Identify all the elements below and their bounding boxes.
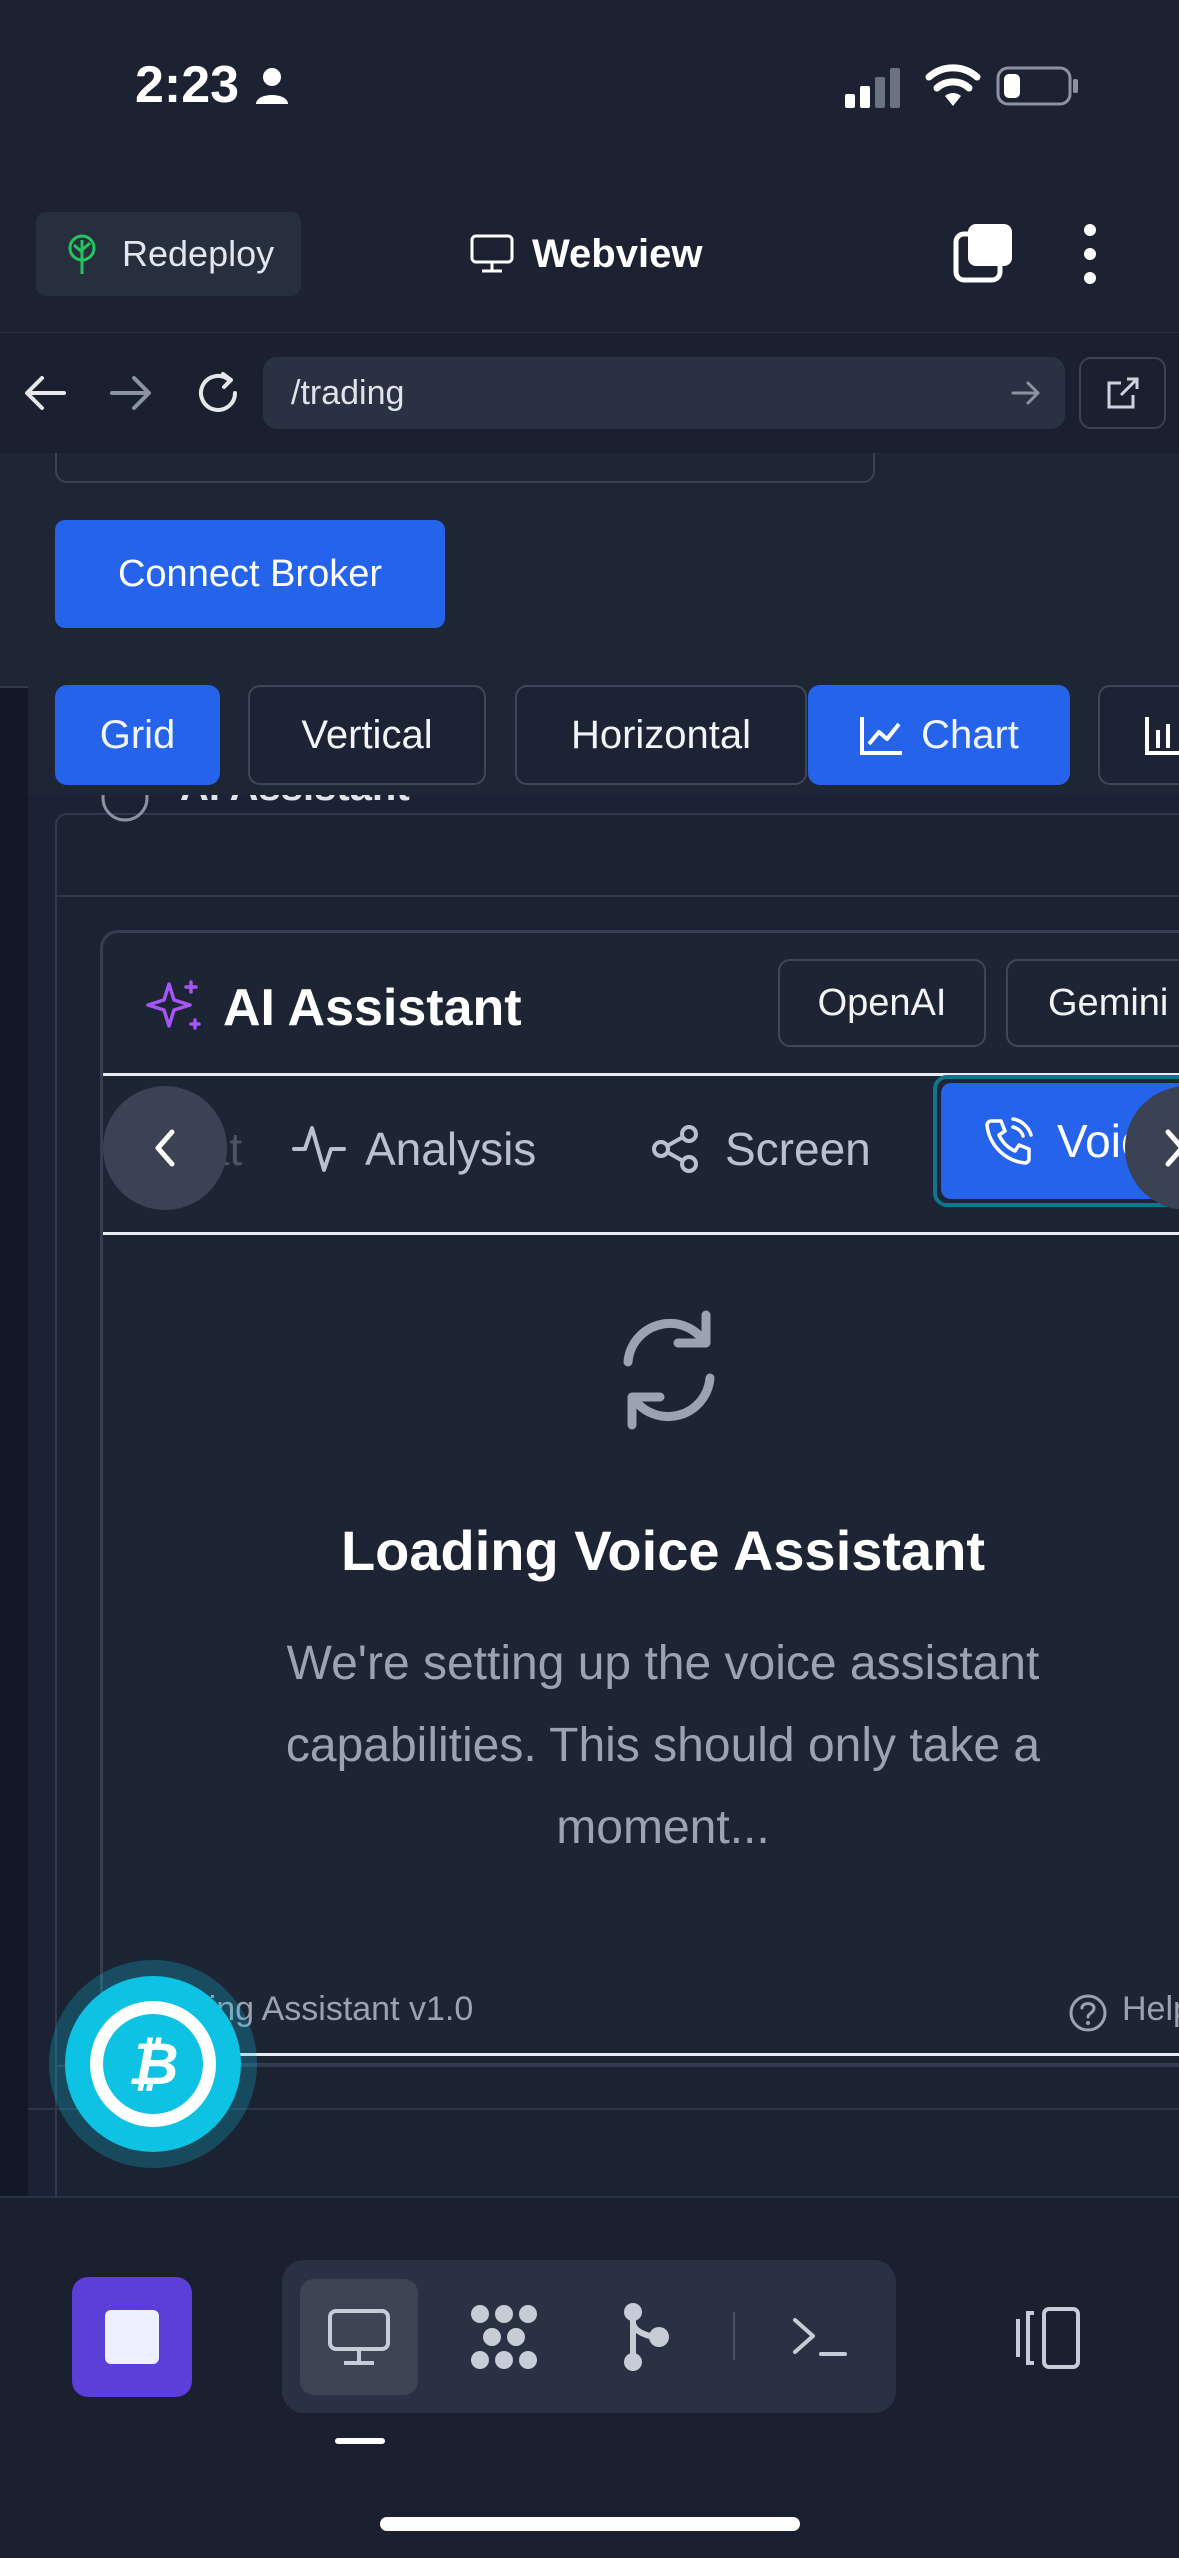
reload-icon[interactable] [193, 368, 243, 418]
chevron-right-icon [1165, 1129, 1179, 1167]
bitcoin-fab-button[interactable]: ₿ [65, 1976, 241, 2152]
tab-screen[interactable]: Screen [651, 1083, 871, 1215]
bitcoin-icon: ₿ [103, 2014, 203, 2114]
truncated-select[interactable] [55, 453, 875, 483]
git-tool-button[interactable] [588, 2279, 706, 2395]
help-link[interactable]: Help [1122, 1990, 1179, 2029]
help-circle-icon[interactable] [1068, 1993, 1108, 2033]
redeploy-label: Redeploy [122, 233, 275, 274]
back-arrow-icon[interactable] [22, 372, 68, 414]
refresh-icon [623, 1310, 715, 1430]
bitcoin-fab-ring: ₿ [90, 2001, 216, 2127]
tab-screen-label: Screen [725, 1123, 871, 1175]
provider-gemini-button[interactable]: Gemini [1006, 959, 1179, 1047]
url-text: /trading [291, 373, 405, 412]
bar-chart-icon [1145, 717, 1179, 755]
info-circle-icon [101, 793, 149, 822]
forward-arrow-icon[interactable] [108, 372, 154, 414]
toolbar-separator [733, 2312, 735, 2360]
tabs-icon[interactable] [952, 222, 1014, 284]
status-time: 2:23 [135, 56, 240, 114]
battery-icon [996, 66, 1078, 106]
left-edge-strip [0, 453, 28, 2198]
stop-icon [105, 2310, 159, 2364]
webview-title: Webview [470, 222, 702, 286]
line-chart-icon [860, 717, 903, 755]
webview-title-text: Webview [532, 231, 703, 276]
loading-description: We're setting up the voice assistant cap… [285, 1637, 1041, 1854]
share-icon [652, 1125, 698, 1173]
sparkles-icon [146, 980, 201, 1030]
tab-analysis[interactable]: Analysis [291, 1083, 536, 1215]
tabs-scroll-left-button[interactable] [103, 1086, 227, 1210]
terminal-tool-button[interactable] [760, 2279, 878, 2395]
connect-broker-button[interactable]: Connect Broker [55, 520, 445, 628]
phone-call-icon [985, 1117, 1033, 1165]
panel-layout-icon[interactable] [1010, 2305, 1082, 2371]
layout-chart-button[interactable]: Chart [808, 685, 1070, 785]
layout-chart-label: Chart [921, 712, 1019, 757]
broker-panel: Connect Broker [0, 453, 1179, 688]
panel-header-divider [57, 895, 1179, 897]
packages-tool-button[interactable] [445, 2279, 563, 2395]
assistant-card: AI Assistant OpenAI Gemini Chat Analysis… [100, 930, 1179, 2066]
tree-icon [68, 234, 96, 274]
tab-analysis-label: Analysis [365, 1123, 537, 1175]
activity-icon [292, 1126, 346, 1172]
stop-button[interactable] [72, 2277, 192, 2397]
webview-tool-button[interactable] [300, 2279, 418, 2395]
external-link-icon [1107, 377, 1138, 409]
go-arrow-icon[interactable] [1010, 378, 1042, 408]
layout-grid-button[interactable]: Grid [55, 685, 220, 785]
webpage-viewport: Connect Broker AI Assistant Grid Vertica… [0, 453, 1179, 2198]
wifi-icon [925, 64, 981, 106]
more-vertical-icon[interactable] [1070, 222, 1110, 286]
open-external-button[interactable] [1079, 357, 1166, 429]
terminal-icon [793, 2318, 847, 2356]
monitor-icon [328, 2309, 390, 2365]
home-indicator [380, 2517, 800, 2531]
hexagon-cluster-icon [471, 2305, 537, 2369]
cellular-signal-icon [845, 68, 900, 108]
loading-title: Loading Voice Assistant [340, 1519, 986, 1582]
active-tool-indicator [335, 2438, 385, 2444]
monitor-icon [470, 234, 514, 273]
layout-horizontal-button[interactable]: Horizontal [515, 685, 807, 785]
git-branch-icon [624, 2303, 669, 2371]
redeploy-button[interactable]: Redeploy [36, 212, 301, 296]
footer-divider [103, 2053, 1179, 2056]
chevron-left-icon [155, 1129, 175, 1167]
assistant-title: AI Assistant [223, 979, 522, 1037]
url-input[interactable]: /trading [263, 357, 1065, 429]
provider-openai-button[interactable]: OpenAI [778, 959, 986, 1047]
person-icon [256, 68, 288, 104]
layout-vertical-button[interactable]: Vertical [248, 685, 486, 785]
layout-more-button[interactable] [1098, 685, 1179, 785]
